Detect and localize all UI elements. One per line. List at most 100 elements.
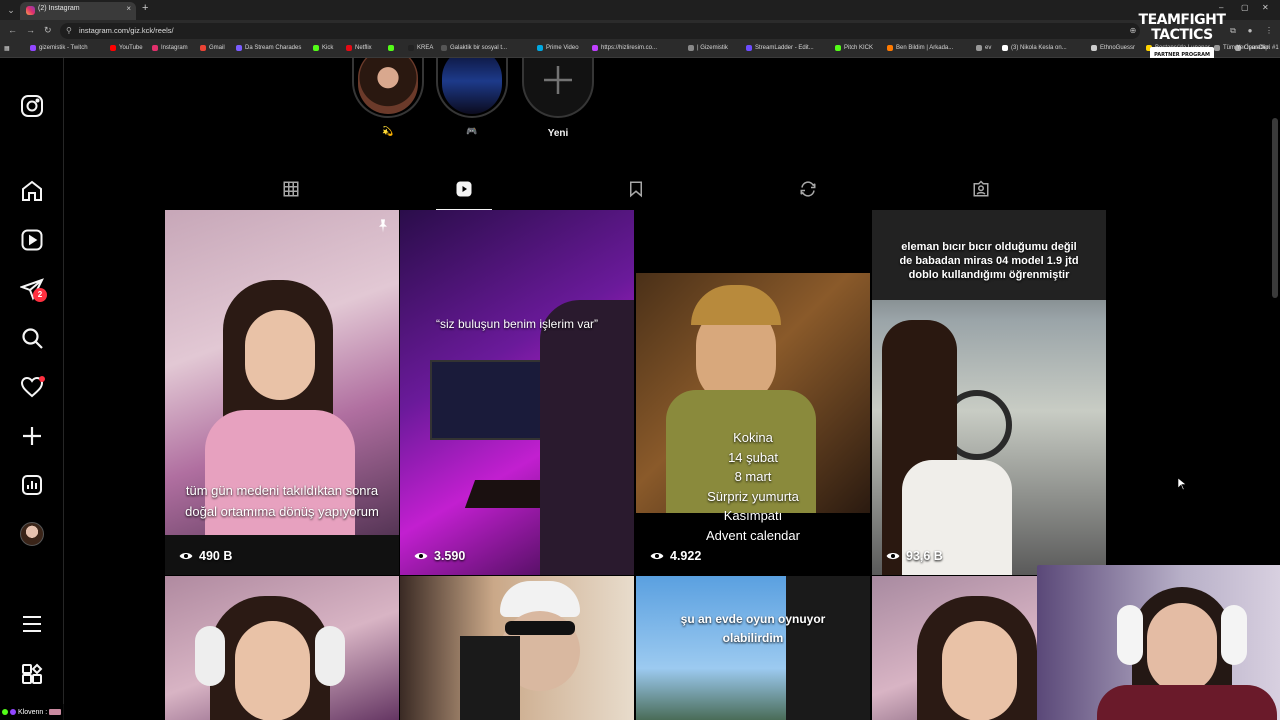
bookmark-favicon-icon bbox=[236, 45, 242, 51]
tab-posts[interactable] bbox=[263, 175, 319, 211]
bookmark-item[interactable]: Galaktik bir sosyal t... bbox=[441, 45, 507, 51]
bookmark-label: YouTube bbox=[119, 45, 143, 51]
maximize-button[interactable]: ▢ bbox=[1241, 3, 1249, 12]
teamfight-tactics-logo: TEAMFIGHT TACTICS PARTNER PROGRAM bbox=[1134, 13, 1230, 64]
address-bar[interactable]: ⚲ instagram.com/giz.kck/reels/ bbox=[60, 23, 1140, 39]
bookmark-item[interactable]: YouTube bbox=[110, 45, 143, 51]
new-highlight-button[interactable]: Yeni bbox=[522, 58, 594, 139]
menu-icon[interactable] bbox=[20, 612, 44, 636]
bookmark-label: Galaktik bir sosyal t... bbox=[450, 45, 508, 51]
highlight-cover[interactable] bbox=[436, 58, 508, 118]
bookmark-item[interactable]: Da Stream Charades bbox=[236, 45, 301, 51]
bookmark-label: Da Stream Charades bbox=[245, 45, 302, 51]
bookmark-item[interactable]: (3) Nikola Kesla on... bbox=[1002, 45, 1067, 51]
home-icon[interactable] bbox=[20, 179, 44, 203]
bookmark-label: ev bbox=[985, 45, 992, 51]
reel-thumbnail[interactable] bbox=[400, 576, 634, 720]
new-highlight-ring[interactable] bbox=[522, 58, 594, 118]
dashboard-icon[interactable] bbox=[20, 473, 44, 497]
bookmark-label: (3) Nikola Kesla on... bbox=[1011, 45, 1067, 51]
bookmark-favicon-icon bbox=[537, 45, 543, 51]
create-plus-icon[interactable] bbox=[20, 424, 44, 448]
highlight-item[interactable]: 💫 bbox=[352, 58, 424, 137]
profile-icon[interactable]: ● bbox=[1245, 26, 1255, 36]
bookmark-item[interactable]: StreamLadder - Edit... bbox=[746, 45, 814, 51]
highlight-cover[interactable] bbox=[352, 58, 424, 118]
bookmark-favicon-icon bbox=[110, 45, 116, 51]
reel-thumbnail[interactable]: tüm gün medeni takıldıktan sonra doğal o… bbox=[165, 210, 399, 575]
reel-view-count: 3.590 bbox=[434, 549, 466, 563]
bookmark-item[interactable]: gizemistik - Twitch bbox=[30, 45, 88, 51]
bookmark-favicon-icon bbox=[976, 45, 982, 51]
bookmark-favicon-icon bbox=[152, 45, 158, 51]
bookmark-label: EthnoGuessr bbox=[1100, 45, 1136, 51]
also-from-meta-icon[interactable] bbox=[20, 662, 44, 686]
page-scrollbar[interactable] bbox=[1272, 118, 1278, 298]
bookmark-item[interactable]: Netflix bbox=[346, 45, 372, 51]
streamer-webcam-overlay bbox=[1037, 565, 1280, 720]
bookmark-favicon-icon bbox=[388, 45, 394, 51]
tab-close-icon[interactable]: × bbox=[126, 4, 131, 13]
bookmark-favicon-icon bbox=[1091, 45, 1097, 51]
bookmark-item[interactable] bbox=[388, 45, 397, 51]
browser-toolbar: ← → ↻ ⚲ instagram.com/giz.kck/reels/ ⊕ ⧉… bbox=[0, 20, 1280, 42]
back-icon[interactable]: ← bbox=[8, 25, 17, 35]
reels-icon[interactable] bbox=[20, 228, 44, 252]
bookmark-item[interactable]: Ben Bildim | Arkada... bbox=[887, 45, 953, 51]
tab-reels[interactable] bbox=[436, 175, 492, 211]
messages-badge: 2 bbox=[33, 288, 47, 302]
reel-view-count: 490 B bbox=[199, 549, 233, 563]
reel-view-count: 93,6 B bbox=[906, 549, 943, 563]
forward-icon[interactable]: → bbox=[26, 25, 35, 35]
posts-grid-icon bbox=[283, 181, 299, 197]
tab-list-button[interactable]: ⌄ bbox=[4, 3, 18, 17]
tab-title: (2) Instagram bbox=[38, 5, 80, 12]
bookmark-item[interactable]: Pitch KICK bbox=[835, 45, 873, 51]
reel-caption: eleman bıcır bıcır olduğumu değil de bab… bbox=[899, 241, 1079, 281]
eye-icon bbox=[650, 552, 664, 560]
bookmark-item[interactable]: Instagram bbox=[152, 45, 188, 51]
reel-thumbnail[interactable] bbox=[165, 576, 399, 720]
close-window-button[interactable]: ✕ bbox=[1262, 3, 1269, 12]
bookmark-label: Prime Video bbox=[546, 45, 579, 51]
tagged-icon bbox=[973, 180, 989, 197]
bookmark-item[interactable]: Kick bbox=[313, 45, 333, 51]
saved-icon bbox=[630, 181, 642, 198]
eye-icon bbox=[414, 552, 428, 560]
reel-views: 4.922 bbox=[650, 549, 701, 563]
new-tab-button[interactable]: + bbox=[142, 2, 148, 14]
reel-thumbnail[interactable]: “siz buluşun benim işlerim var” 3.590 bbox=[400, 210, 634, 575]
tab-reposts[interactable] bbox=[780, 175, 836, 211]
bookmark-item[interactable]: KREA bbox=[408, 45, 433, 51]
bookmark-favicon-icon bbox=[441, 45, 447, 51]
bookmark-item[interactable]: ev bbox=[976, 45, 991, 51]
site-info-icon[interactable]: ⚲ bbox=[66, 26, 72, 35]
tab-saved[interactable] bbox=[608, 175, 664, 211]
notification-dot bbox=[39, 376, 45, 382]
bookmark-item[interactable]: EthnoGuessr bbox=[1091, 45, 1135, 51]
chat-badge-icon bbox=[2, 709, 8, 715]
tab-tagged[interactable] bbox=[953, 175, 1009, 211]
bookmark-item[interactable]: Gmail bbox=[200, 45, 225, 51]
browser-menu-icon[interactable]: ⋮ bbox=[1264, 26, 1274, 36]
instagram-favicon-icon bbox=[26, 6, 35, 15]
bookmark-item[interactable]: Prime Video bbox=[537, 45, 579, 51]
profile-avatar[interactable] bbox=[20, 522, 44, 546]
bookmark-favicon-icon bbox=[887, 45, 893, 51]
browser-tab-instagram[interactable]: (2) Instagram × bbox=[20, 2, 136, 20]
reload-icon[interactable]: ↻ bbox=[44, 25, 52, 36]
search-icon[interactable] bbox=[20, 326, 44, 350]
bookmark-label: Netflix bbox=[355, 45, 372, 51]
reel-view-count: 4.922 bbox=[670, 549, 702, 563]
highlight-item[interactable]: 🎮 bbox=[436, 58, 508, 137]
reel-thumbnail[interactable]: şu an evde oyun oynuyor olabilirdim bbox=[636, 576, 870, 720]
reel-thumbnail[interactable]: Kokina 14 şubat 8 mart Sürpriz yumurta K… bbox=[636, 210, 870, 575]
apps-grid-icon[interactable]: ▦ bbox=[4, 45, 10, 52]
bookmark-label: Instagram bbox=[161, 45, 188, 51]
reel-thumbnail[interactable]: eleman bıcır bıcır olduğumu değil de bab… bbox=[872, 210, 1106, 575]
minimize-button[interactable]: – bbox=[1219, 3, 1223, 12]
instagram-logo-icon[interactable] bbox=[20, 94, 44, 118]
bookmark-item[interactable]: | Gizemistik bbox=[688, 45, 728, 51]
bookmark-item[interactable]: https://hizliresim.co... bbox=[592, 45, 657, 51]
bookmark-label: Kick bbox=[322, 45, 334, 51]
